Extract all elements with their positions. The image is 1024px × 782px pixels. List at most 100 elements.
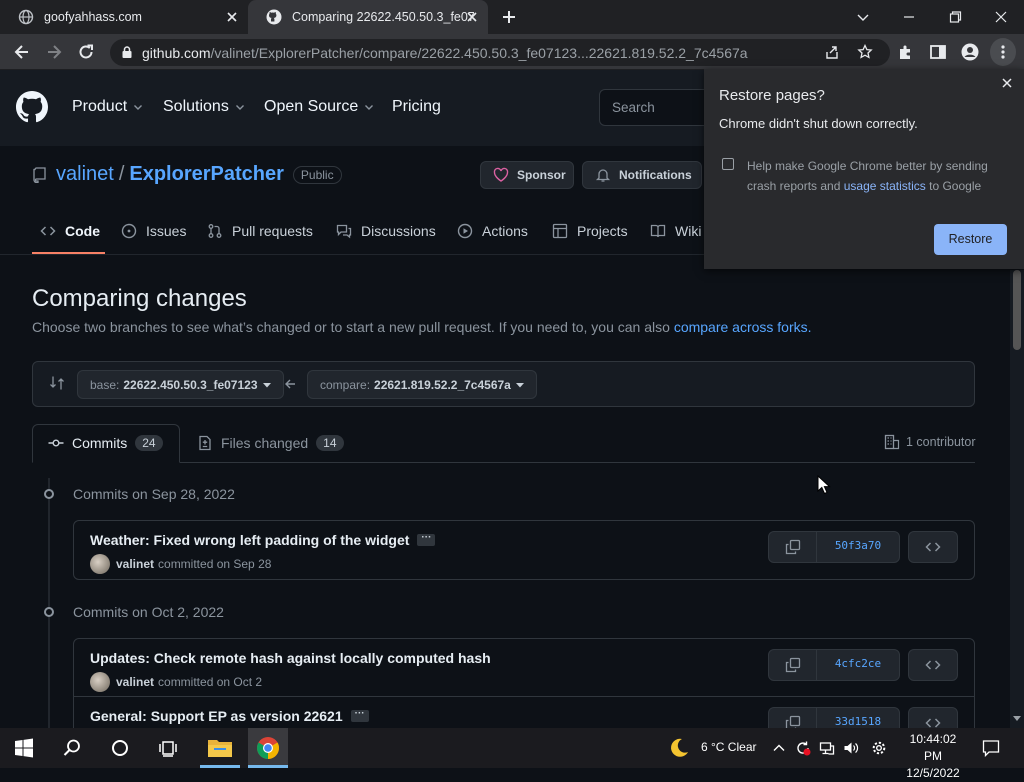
repo-name-link[interactable]: ExplorerPatcher (129, 163, 284, 186)
avatar[interactable] (90, 554, 110, 574)
sync-alert-icon[interactable] (795, 740, 811, 756)
file-explorer-taskbar-button[interactable] (200, 728, 240, 768)
tab-discussions[interactable]: Discussions (336, 221, 436, 241)
tab-label: Wiki (675, 223, 702, 239)
chevron-up-icon[interactable] (771, 740, 787, 756)
extensions-puzzle-icon[interactable] (896, 42, 916, 62)
search-icon[interactable] (60, 736, 84, 760)
checkbox-label: Help make Google Chrome better by sendin… (747, 156, 1007, 196)
weather-text[interactable]: 6 °C Clear (701, 740, 756, 754)
tab-projects[interactable]: Projects (552, 221, 628, 241)
sha-button-group: 4cfc2ce (768, 649, 900, 681)
weather-moon-icon[interactable] (667, 736, 691, 760)
tab-code[interactable]: Code (40, 221, 100, 241)
volume-icon[interactable] (843, 740, 859, 756)
base-branch-select[interactable]: base: 22622.450.50.3_fe07123 (77, 370, 284, 399)
notifications-button[interactable]: Notifications (582, 161, 702, 189)
organization-icon (884, 434, 900, 450)
copy-sha-button[interactable] (769, 650, 817, 680)
forward-arrow-icon[interactable] (44, 42, 64, 62)
close-window-icon[interactable] (990, 6, 1012, 28)
commit-author[interactable]: valinet (116, 675, 154, 689)
search-placeholder: Search (612, 100, 655, 115)
commit-author[interactable]: valinet (116, 557, 154, 571)
copy-sha-button[interactable] (769, 532, 817, 562)
restore-button[interactable]: Restore (934, 224, 1007, 255)
issue-circle-icon (121, 223, 137, 239)
close-tab-icon[interactable] (224, 9, 240, 25)
tab-issues[interactable]: Issues (121, 221, 186, 241)
scroll-down-arrow-icon[interactable] (1013, 714, 1021, 722)
new-tab-icon[interactable] (500, 8, 518, 26)
commit-sha-link[interactable]: 4cfc2ce (817, 657, 899, 670)
tab-actions[interactable]: Actions (457, 221, 528, 241)
contributors-label: 1 contributor (906, 435, 976, 449)
cortana-circle-icon[interactable] (108, 736, 132, 760)
commit-group-date: Commits on Sep 28, 2022 (73, 486, 235, 502)
github-logo-icon[interactable] (16, 91, 48, 123)
task-view-icon[interactable] (156, 736, 180, 760)
contributors-count[interactable]: 1 contributor (884, 434, 975, 450)
tab-wiki[interactable]: Wiki (650, 221, 701, 241)
lock-icon[interactable] (120, 45, 134, 59)
browse-repo-button[interactable] (908, 649, 958, 681)
address-bar[interactable]: github.com/valinet/ExplorerPatcher/compa… (110, 39, 890, 66)
side-panel-icon[interactable] (928, 42, 948, 62)
nav-open-source[interactable]: Open Source (264, 98, 374, 116)
minimize-icon[interactable] (898, 6, 920, 28)
nav-pricing[interactable]: Pricing (392, 98, 441, 116)
commit-message-link[interactable]: General: Support EP as version 22621 (90, 708, 343, 724)
reload-icon[interactable] (76, 42, 96, 62)
commit-sha-link[interactable]: 50f3a70 (817, 539, 899, 552)
close-tab-icon[interactable] (464, 9, 480, 25)
repo-owner-link[interactable]: valinet (56, 163, 114, 186)
commit-message-link[interactable]: Weather: Fixed wrong left padding of the… (90, 532, 409, 548)
usage-statistics-link[interactable]: usage statistics (844, 179, 926, 193)
windows-start-icon[interactable] (12, 736, 36, 760)
repo-title: valinet / ExplorerPatcher Public (32, 163, 342, 186)
notifications-label: Notifications (619, 168, 692, 182)
commit-message-link[interactable]: Updates: Check remote hash against local… (90, 650, 491, 666)
nav-label: Solutions (163, 98, 229, 115)
book-icon (650, 224, 666, 238)
nav-product[interactable]: Product (72, 98, 143, 116)
crash-report-checkbox[interactable] (722, 158, 734, 170)
avatar[interactable] (90, 672, 110, 692)
share-icon[interactable] (824, 44, 840, 60)
system-clock[interactable]: 10:44:02 PM 12/5/2022 (900, 731, 966, 782)
chrome-taskbar-button[interactable] (248, 728, 288, 768)
compare-branch-select[interactable]: compare: 22621.819.52.2_7c4567a (307, 370, 537, 399)
commit-sha-link[interactable]: 33d1518 (817, 715, 899, 728)
notifications-icon[interactable] (982, 739, 1000, 757)
network-icon[interactable] (819, 740, 835, 756)
sponsor-button[interactable]: Sponsor (480, 161, 574, 189)
nav-solutions[interactable]: Solutions (163, 98, 245, 116)
settings-gear-icon[interactable] (871, 740, 887, 756)
browser-tab-goofyahhass[interactable]: goofyahhass.com (0, 0, 248, 34)
close-icon[interactable] (1000, 76, 1014, 90)
tab-commits[interactable]: Commits 24 (48, 435, 163, 451)
expand-message-button[interactable]: ··· (350, 709, 369, 722)
back-arrow-icon[interactable] (12, 42, 32, 62)
tab-label: Actions (482, 223, 528, 239)
profile-avatar-icon[interactable] (960, 42, 980, 62)
clock-time: 10:44:02 PM (909, 732, 957, 763)
bookmark-star-icon[interactable] (857, 44, 873, 60)
commit-row: Weather: Fixed wrong left padding of the… (74, 521, 974, 579)
scrollbar-thumb[interactable] (1013, 270, 1021, 350)
tab-pull-requests[interactable]: Pull requests (207, 221, 313, 241)
page-scrollbar[interactable] (1010, 270, 1024, 728)
browser-tab-compare[interactable]: Comparing 22622.450.50.3_fe07123...22621… (248, 0, 488, 34)
compare-across-forks-link[interactable]: compare across forks. (674, 319, 812, 335)
tab-label: Issues (146, 223, 187, 239)
caret-down-icon (262, 382, 271, 387)
tab-files-changed[interactable]: Files changed 14 (197, 435, 344, 451)
browse-repo-button[interactable] (908, 531, 958, 563)
expand-message-button[interactable]: ··· (417, 533, 436, 546)
globe-icon (18, 9, 34, 25)
tab-label: Discussions (361, 223, 436, 239)
compare-arrows-icon[interactable] (49, 375, 65, 391)
tab-search-chevron-icon[interactable] (852, 6, 874, 28)
chrome-menu-button[interactable] (990, 38, 1016, 66)
restore-window-icon[interactable] (944, 6, 966, 28)
